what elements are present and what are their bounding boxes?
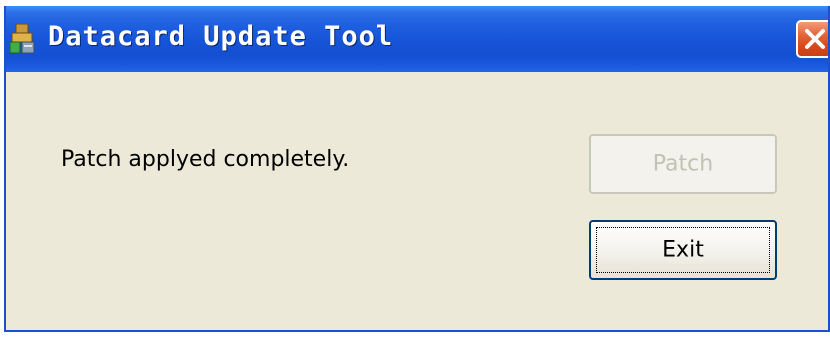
installer-icon bbox=[9, 23, 38, 54]
status-message: Patch applyed completely. bbox=[61, 147, 350, 172]
close-button[interactable] bbox=[796, 20, 828, 58]
window-title: Datacard Update Tool bbox=[48, 21, 394, 52]
patch-button-label: Patch bbox=[652, 151, 714, 177]
exit-button-label: Exit bbox=[662, 237, 704, 263]
dialog-window: Datacard Update Tool Patch applyed compl… bbox=[4, 6, 830, 332]
close-icon bbox=[805, 29, 825, 49]
patch-button[interactable]: Patch bbox=[589, 134, 777, 194]
title-bar[interactable]: Datacard Update Tool bbox=[6, 6, 828, 72]
exit-button[interactable]: Exit bbox=[589, 220, 777, 280]
